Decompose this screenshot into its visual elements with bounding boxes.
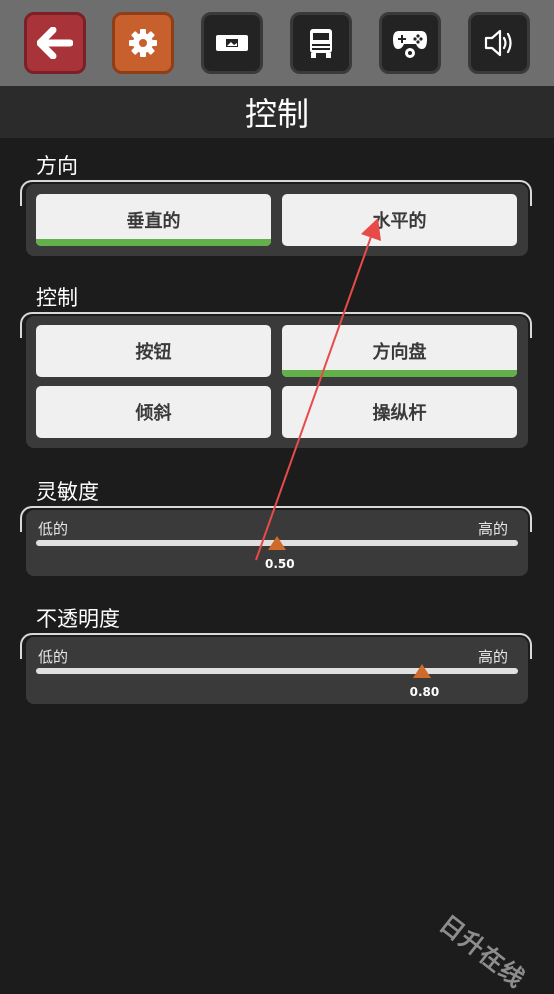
annotation-arrow	[255, 218, 381, 561]
